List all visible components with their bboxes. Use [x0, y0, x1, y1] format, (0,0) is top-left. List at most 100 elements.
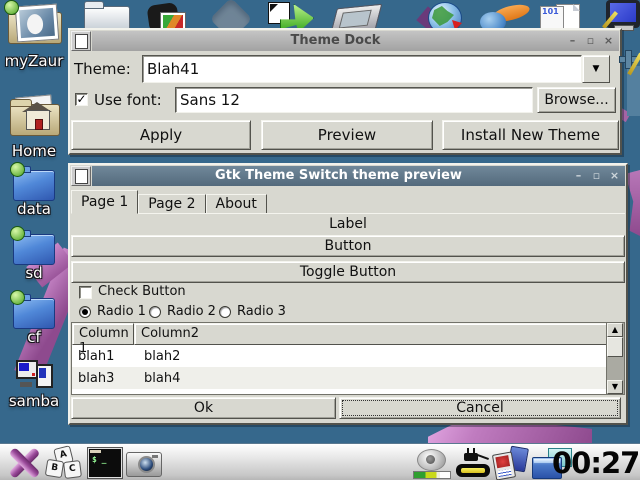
clock: 00:27	[552, 447, 636, 479]
install-new-theme-button[interactable]: Install New Theme	[442, 120, 619, 150]
key-c-art	[63, 460, 82, 479]
sd-folder-icon[interactable]	[13, 234, 55, 265]
x-window-icon[interactable]	[8, 447, 40, 477]
window-title: Theme Dock	[112, 31, 559, 51]
radio-3[interactable]	[219, 306, 231, 318]
tab-page-1[interactable]: Page 1	[71, 190, 138, 214]
font-input[interactable]	[175, 87, 533, 113]
scroll-down-icon[interactable]: ▼	[607, 380, 623, 394]
window-menu-icon[interactable]	[71, 31, 91, 51]
column-1-header[interactable]: Column 1	[72, 323, 134, 345]
column-2-header[interactable]: Column2	[134, 323, 607, 345]
cf-folder-icon[interactable]	[13, 298, 55, 329]
use-font-checkbox[interactable]: ✓	[75, 93, 88, 106]
cell: blah2	[138, 349, 180, 364]
browse-button[interactable]: Browse...	[537, 87, 616, 113]
keyboard-abc-icon[interactable]	[46, 447, 84, 478]
card-art	[492, 451, 516, 480]
page-icon	[75, 34, 88, 49]
document-badge-text: 101	[542, 8, 559, 16]
tab-page-2[interactable]: Page 2	[138, 194, 205, 214]
photo-folder-icon[interactable]	[6, 2, 64, 46]
gtk-preview-window: Gtk Theme Switch theme preview – ▫ × Pag…	[68, 163, 628, 425]
window-menu-icon[interactable]	[71, 166, 91, 186]
tab-about[interactable]: About	[206, 194, 267, 214]
maximize-icon[interactable]: ▫	[584, 34, 597, 47]
desktop-icon-label-myzaur[interactable]: myZaur	[0, 52, 68, 70]
titlebar-row: Gtk Theme Switch theme preview – ▫ ×	[71, 166, 625, 186]
preview-button-widget[interactable]: Button	[71, 235, 625, 257]
titlebar[interactable]: Gtk Theme Switch theme preview – ▫ ×	[92, 166, 625, 186]
desktop-icon-label-samba[interactable]: samba	[0, 392, 68, 410]
memory-cards-icon[interactable]	[494, 447, 528, 478]
panel-divider	[71, 213, 625, 214]
theme-combo: ▼	[142, 55, 610, 83]
green-ball-art	[10, 290, 25, 305]
house-door-art	[35, 119, 43, 130]
theme-label: Theme:	[74, 55, 131, 83]
list-header-row: Column 1 Column2	[72, 323, 624, 345]
checkmark-icon: ✓	[76, 92, 86, 106]
list-item[interactable]: blah1 blah2	[72, 345, 607, 367]
chevron-down-icon[interactable]: ▼	[582, 55, 610, 83]
scrollbar-thumb[interactable]	[607, 337, 623, 357]
radio-3-label[interactable]: Radio 3	[237, 304, 286, 320]
preview-list: Column 1 Column2 blah1 blah2 blah3 blah4…	[71, 322, 625, 395]
radio-1[interactable]	[79, 306, 91, 318]
volume-icon[interactable]	[412, 449, 450, 477]
radio-2[interactable]	[149, 306, 161, 318]
key-b-art	[45, 459, 64, 478]
home-folder-icon[interactable]	[10, 94, 60, 140]
data-folder-icon[interactable]	[13, 170, 55, 201]
apply-button[interactable]: Apply	[71, 120, 251, 150]
maximize-icon[interactable]: ▫	[590, 169, 603, 182]
monitor-pen-icon[interactable]	[606, 0, 640, 28]
titlebar-row: Theme Dock – ▫ ×	[71, 31, 619, 51]
network-computers-icon[interactable]	[16, 358, 54, 394]
terminal-icon[interactable]	[88, 448, 122, 478]
titlebar[interactable]: Theme Dock – ▫ ×	[92, 31, 619, 51]
desktop-icon-label-cf[interactable]: cf	[0, 328, 68, 346]
monitor-art	[16, 360, 38, 379]
desktop: 101 myZaur Home data sd cf samba	[0, 0, 640, 480]
radio-2-label[interactable]: Radio 2	[167, 304, 216, 320]
minimize-icon[interactable]: –	[566, 34, 579, 47]
monitor-art	[36, 364, 53, 388]
preview-button[interactable]: Preview	[261, 120, 433, 150]
minimize-icon[interactable]: –	[572, 169, 585, 182]
desktop-icon-label-data[interactable]: data	[0, 200, 68, 218]
power-icon[interactable]	[455, 448, 491, 478]
page-icon	[75, 169, 88, 184]
plug-body-art	[464, 453, 478, 461]
cell: blah3	[72, 371, 138, 386]
check-button-label[interactable]: Check Button	[98, 284, 186, 300]
camera-icon[interactable]	[126, 452, 162, 477]
list-scrollbar[interactable]: ▲ ▼	[606, 323, 624, 394]
desktop-icon-label-sd[interactable]: sd	[0, 264, 68, 282]
plug-cord-art	[477, 454, 489, 460]
ok-button[interactable]: Ok	[71, 397, 336, 419]
tab-bar: Page 1 Page 2 About	[71, 190, 267, 214]
list-item[interactable]: blah3 blah4	[72, 367, 607, 389]
speaker-art	[417, 449, 446, 471]
scroll-up-icon[interactable]: ▲	[607, 323, 623, 337]
close-icon[interactable]: ×	[608, 169, 621, 182]
green-ball-art	[10, 162, 25, 177]
preview-toggle-button[interactable]: Toggle Button	[71, 261, 625, 283]
window-title: Gtk Theme Switch theme preview	[112, 166, 565, 186]
theme-dock-window: Theme Dock – ▫ × Theme: ▼ ✓ Use font: Br…	[68, 28, 622, 155]
stand-art	[20, 382, 32, 387]
close-icon[interactable]: ×	[602, 34, 615, 47]
green-ball-art	[4, 0, 19, 15]
cancel-button[interactable]: Cancel	[339, 397, 621, 419]
green-ball-art	[10, 226, 25, 241]
use-font-label[interactable]: Use font:	[94, 87, 162, 113]
cell: blah4	[138, 371, 180, 386]
preview-check-button[interactable]	[79, 286, 92, 299]
theme-input[interactable]	[142, 55, 582, 83]
desktop-icon-label-home[interactable]: Home	[0, 142, 68, 160]
radio-1-label[interactable]: Radio 1	[97, 304, 146, 320]
preview-label: Label	[70, 216, 626, 232]
photo-art	[15, 4, 59, 43]
battery-level-bar	[456, 464, 490, 477]
